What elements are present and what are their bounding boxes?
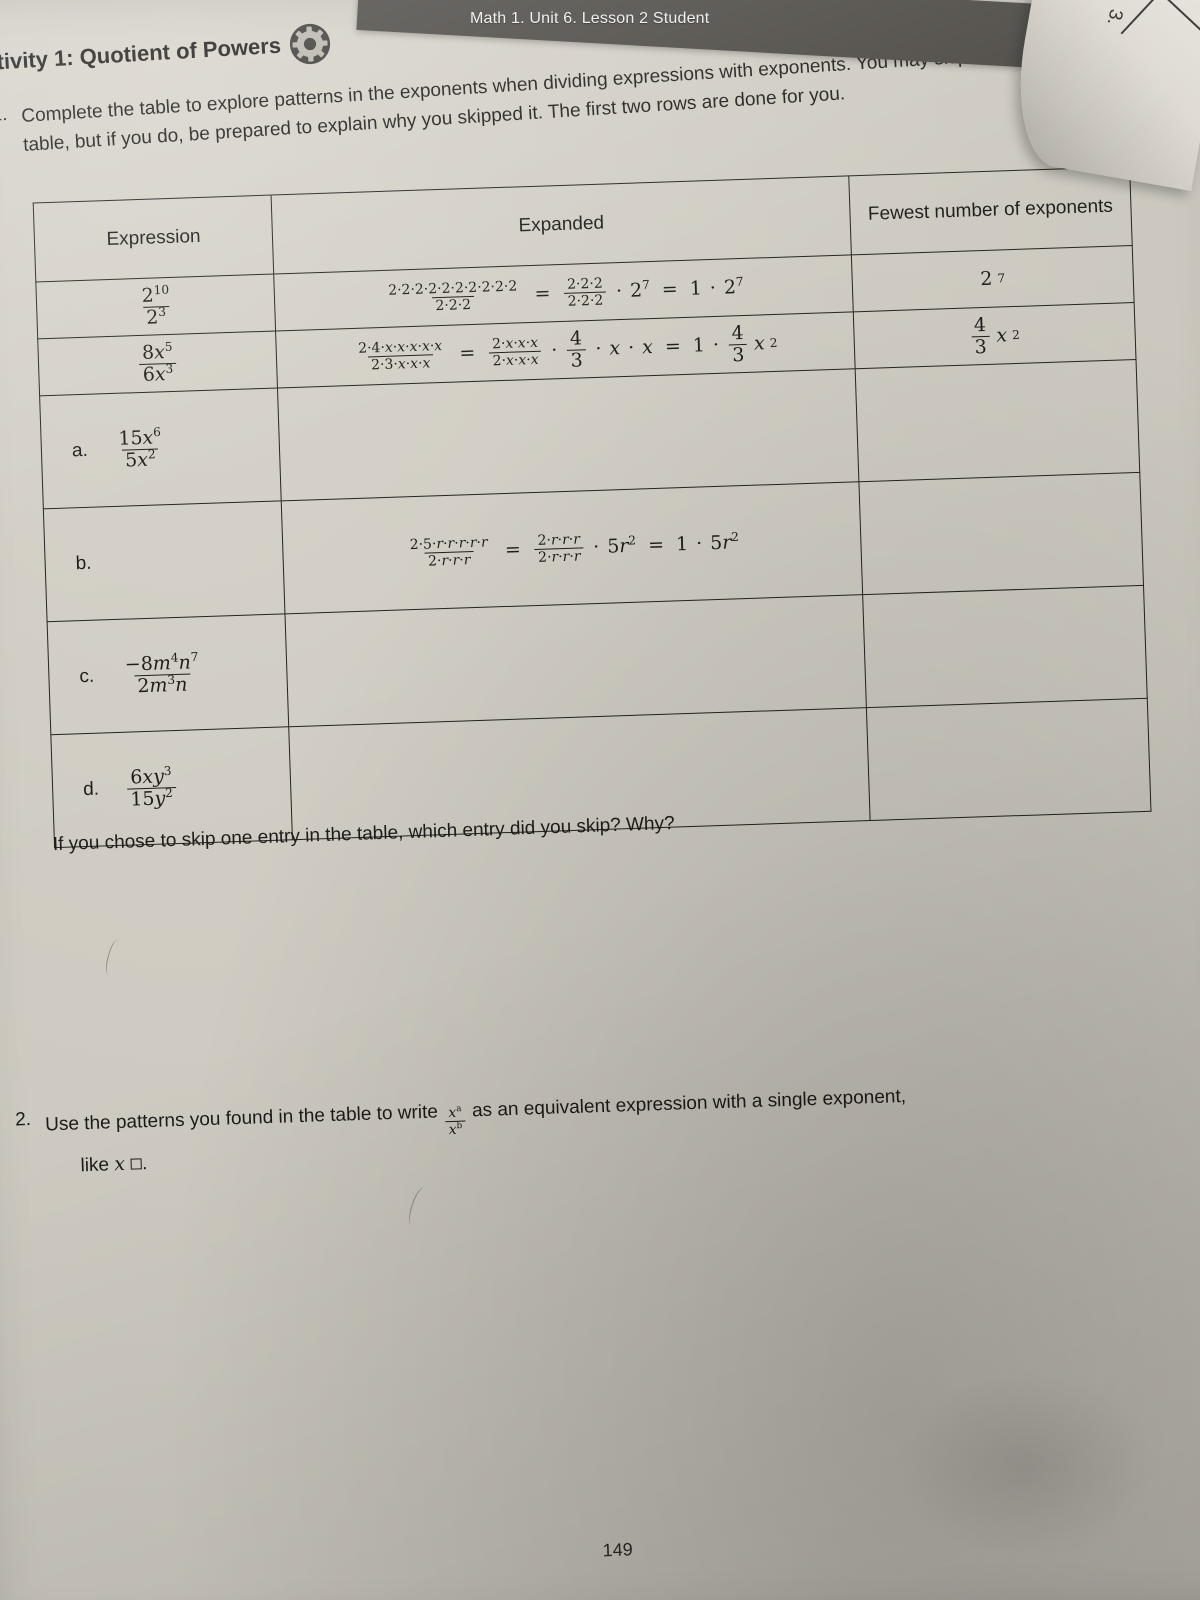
cell-expanded-row-b: 2·5·r·r·r·r·r 2·r·r·r = 2·r·r·r 2·r·r·r · … bbox=[281, 481, 863, 614]
question-1-number: 1. bbox=[0, 103, 8, 126]
expression-x-box-exponent: x bbox=[114, 1153, 143, 1175]
expression-xa-over-xb: xa xb bbox=[443, 1104, 468, 1138]
stray-pencil-mark bbox=[405, 1185, 431, 1228]
cell-fewest-row-d-blank[interactable] bbox=[866, 698, 1151, 821]
cell-expression-row-c: c. −8m4n7 2m3n bbox=[47, 613, 289, 735]
cell-fewest-row1: 27 bbox=[851, 245, 1135, 312]
empty-exponent-box[interactable] bbox=[130, 1158, 143, 1170]
question-2-block: 2. Use the patterns you found in the tab… bbox=[15, 1071, 1187, 1185]
row-letter-a: a. bbox=[71, 439, 89, 462]
question-2-text: Use the patterns you found in the table … bbox=[45, 1071, 1177, 1184]
fewest-row1: 27 bbox=[979, 267, 1006, 290]
expanded-row1: 2·2·2·2·2·2·2·2·2·2 2·2·2 = 2·2·2 2·2·2 · … bbox=[387, 274, 744, 314]
activity-title-row: Activity 1: Quotient of Powers bbox=[0, 22, 332, 85]
cell-expanded-row-a-blank[interactable] bbox=[277, 368, 859, 501]
cell-expression-row-b-blank[interactable]: b. bbox=[43, 500, 286, 622]
cell-fewest-row-c-blank[interactable] bbox=[862, 585, 1148, 708]
expression-neg8m4n7-over-2m3n: −8m4n7 2m3n bbox=[124, 649, 199, 697]
page-content: Activity 1: Quotient of Powers 1. Comple… bbox=[0, 0, 1200, 1600]
cell-expanded-row-c-blank[interactable] bbox=[285, 594, 867, 727]
page-number: 149 bbox=[602, 1539, 634, 1561]
row-letter-d: d. bbox=[82, 778, 100, 801]
quotient-of-powers-table: Expression Expanded Fewest number of exp… bbox=[33, 166, 1152, 848]
cell-expression-row2: 8x5 6x3 bbox=[37, 330, 278, 396]
question-2-line2-before: like bbox=[80, 1154, 110, 1177]
expression-2pow10-over-2pow3: 210 23 bbox=[141, 282, 170, 329]
cell-fewest-row2: 43x2 bbox=[853, 302, 1137, 369]
stray-pencil-mark bbox=[103, 938, 123, 977]
fewest-row2: 43x2 bbox=[969, 313, 1021, 358]
cell-expression-row1: 210 23 bbox=[35, 274, 276, 339]
row-letter-b: b. bbox=[75, 552, 92, 575]
quotient-of-powers-table-wrapper: Expression Expanded Fewest number of exp… bbox=[33, 166, 1152, 848]
question-2-number: 2. bbox=[14, 1108, 32, 1131]
question-2-text-before: Use the patterns you found in the table … bbox=[44, 1101, 439, 1136]
expression-8x5-over-6x3: 8x5 6x3 bbox=[137, 339, 179, 385]
question-2-line2-after: . bbox=[141, 1153, 148, 1175]
column-header-expression: Expression bbox=[33, 195, 274, 282]
photographed-worksheet-page: Activity 1: Quotient of Powers 1. Comple… bbox=[0, 0, 1200, 1600]
row-letter-c: c. bbox=[79, 665, 95, 688]
expression-15x6-over-5x2: 15x6 5x2 bbox=[118, 424, 162, 472]
question-2-text-after: as an equivalent expression with a singl… bbox=[471, 1085, 907, 1122]
expanded-row2: 2·4·x·x·x·x·x 2·3·x·x·x = 2·x·x·x 2·x·x·x … bbox=[357, 321, 778, 373]
expression-6xy3-over-15y2: 6xy3 15y2 bbox=[124, 763, 178, 810]
cell-fewest-row-b-blank[interactable] bbox=[858, 472, 1144, 595]
page-title: Activity 1: Quotient of Powers bbox=[0, 32, 282, 76]
expanded-row-b: 2·5·r·r·r·r·r 2·r·r·r = 2·r·r·r 2·r·r·r · … bbox=[409, 529, 740, 570]
column-header-fewest-exponents: Fewest number of exponents bbox=[848, 166, 1133, 255]
cell-fewest-row-a-blank[interactable] bbox=[855, 359, 1140, 482]
lesson-banner-label: Math 1. Unit 6. Lesson 2 Student bbox=[470, 10, 710, 27]
gear-icon bbox=[289, 23, 331, 65]
cell-expression-row-a: a. 15x6 5x2 bbox=[39, 387, 282, 509]
